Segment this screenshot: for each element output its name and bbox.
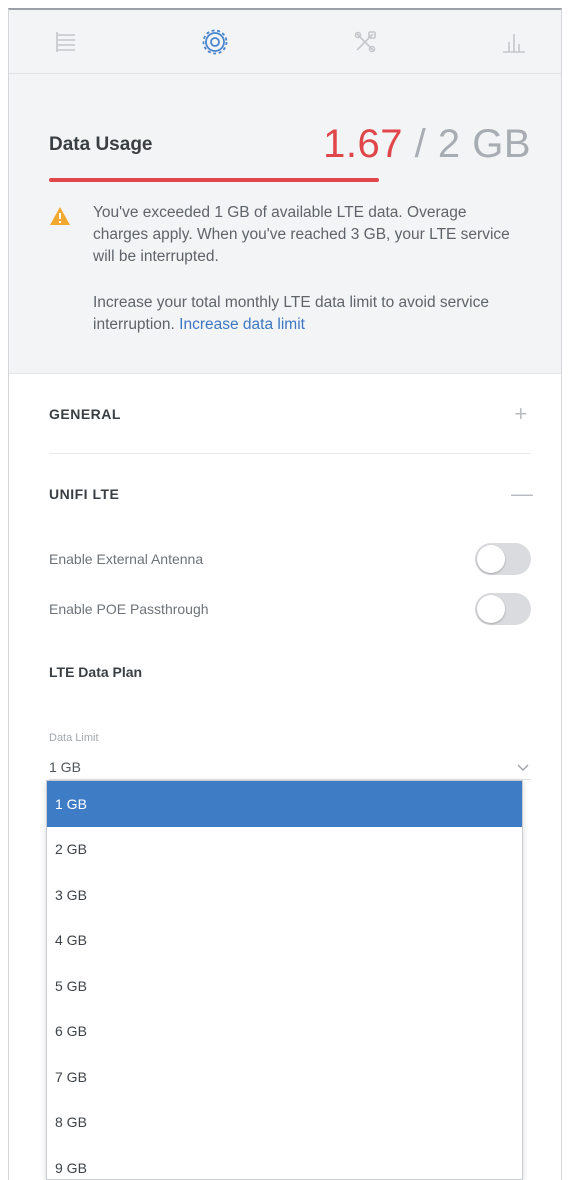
dropdown-option[interactable]: 2 GB <box>47 827 522 873</box>
usage-progress-bar <box>49 178 380 182</box>
usage-header: Data Usage 1.67 / 2 GB <box>49 118 531 164</box>
dropdown-option[interactable]: 3 GB <box>47 872 522 918</box>
poe-passthrough-row: Enable POE Passthrough <box>49 584 531 634</box>
switch-knob <box>477 595 505 623</box>
lte-data-plan-title: LTE Data Plan <box>49 664 143 680</box>
settings-panel: GENERAL + UNIFI LTE — Enable External An… <box>9 374 561 780</box>
external-antenna-label: Enable External Antenna <box>49 551 204 567</box>
overage-warning: You've exceeded 1 GB of available LTE da… <box>49 202 531 336</box>
usage-title: Data Usage <box>49 134 153 155</box>
warning-text-block: You've exceeded 1 GB of available LTE da… <box>77 202 517 336</box>
expand-icon[interactable]: + <box>511 401 531 427</box>
dropdown-option[interactable]: 8 GB <box>47 1100 522 1146</box>
dropdown-option[interactable]: 7 GB <box>47 1054 522 1100</box>
warning-icon <box>49 202 77 336</box>
switch-knob <box>477 545 505 573</box>
section-general[interactable]: GENERAL + <box>49 374 531 454</box>
data-limit-select[interactable]: 1 GB <box>49 754 531 780</box>
stats-icon[interactable] <box>497 25 531 59</box>
dropdown-option[interactable]: 1 GB <box>47 781 522 827</box>
increase-data-limit-link[interactable]: Increase data limit <box>179 316 305 333</box>
section-general-label: GENERAL <box>49 405 121 422</box>
usage-separator: / <box>403 122 438 166</box>
data-limit-dropdown: 1 GB 2 GB 3 GB 4 GB 5 GB 6 GB 7 GB 8 GB … <box>46 780 523 1180</box>
warning-message: You've exceeded 1 GB of available LTE da… <box>93 204 510 265</box>
settings-icon[interactable] <box>198 25 232 59</box>
data-limit-value: 1 GB <box>49 758 81 775</box>
collapse-icon[interactable]: — <box>511 481 533 507</box>
data-usage-panel: Data Usage 1.67 / 2 GB You've exceeded 1… <box>9 74 561 374</box>
usage-amount: 1.67 / 2 GB <box>323 124 531 164</box>
external-antenna-switch[interactable] <box>475 543 531 575</box>
usage-used: 1.67 <box>323 122 403 166</box>
dropdown-option[interactable]: 6 GB <box>47 1009 522 1055</box>
tools-icon[interactable] <box>348 25 382 59</box>
dropdown-option[interactable]: 5 GB <box>47 963 522 1009</box>
usage-limit: 2 GB <box>437 122 531 166</box>
section-unifi-lte[interactable]: UNIFI LTE — <box>49 454 533 534</box>
list-icon[interactable] <box>49 25 83 59</box>
section-lte-label: UNIFI LTE <box>49 486 120 502</box>
poe-passthrough-switch[interactable] <box>475 593 531 625</box>
dropdown-option[interactable]: 4 GB <box>47 918 522 964</box>
dropdown-option[interactable]: 9 GB <box>47 1145 522 1179</box>
chevron-down-icon <box>517 764 529 771</box>
data-limit-label: Data Limit <box>49 732 99 744</box>
top-nav <box>9 10 561 74</box>
poe-passthrough-label: Enable POE Passthrough <box>49 601 209 617</box>
external-antenna-row: Enable External Antenna <box>49 534 531 584</box>
advice-message: Increase your total monthly LTE data lim… <box>93 292 517 336</box>
